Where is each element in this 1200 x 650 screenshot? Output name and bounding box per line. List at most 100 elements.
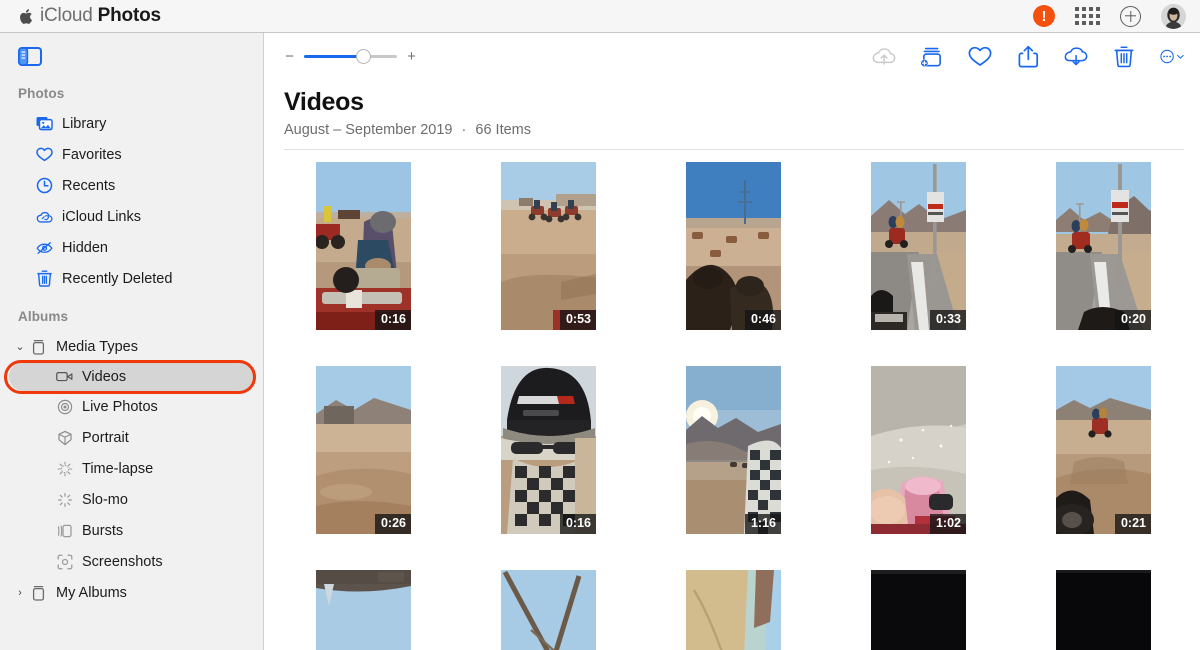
sidebar-item-my-albums[interactable]: › My Albums <box>0 577 263 608</box>
thumbnail-image <box>686 162 781 330</box>
album-stack-icon <box>30 584 47 601</box>
sidebar-toggle-row <box>0 33 263 80</box>
sidebar-item-screenshots[interactable]: Screenshots <box>0 546 263 577</box>
video-duration: 0:46 <box>744 309 781 330</box>
video-thumbnail[interactable]: 1:16 <box>686 366 781 534</box>
video-duration: 0:21 <box>1114 513 1151 534</box>
clock-icon <box>36 177 53 194</box>
thumbnail-image <box>316 570 411 650</box>
sidebar-item-portrait[interactable]: Portrait <box>0 422 263 453</box>
thumbnail-image <box>1056 162 1151 330</box>
sidebar-item-label: Recently Deleted <box>62 270 173 287</box>
sidebar: Photos Library Favorites Recents iCloud … <box>0 33 264 650</box>
top-bar-actions: ! <box>1033 3 1186 29</box>
content-area: − + Videos August – September 2019 · 66 … <box>264 33 1200 650</box>
sidebar-item-label: Bursts <box>82 522 124 539</box>
portrait-cube-icon <box>56 429 73 446</box>
video-thumbnail[interactable]: 0:16 <box>501 366 596 534</box>
delete-trash-icon[interactable] <box>1112 45 1136 69</box>
trash-icon <box>36 270 53 287</box>
sidebar-section-photos: Photos <box>18 86 65 101</box>
video-thumbnail[interactable]: 0:33 <box>871 162 966 330</box>
zoom-slider-thumb[interactable] <box>356 49 371 64</box>
sidebar-item-label: Hidden <box>62 239 108 256</box>
video-thumbnail[interactable]: 0:21 <box>1056 366 1151 534</box>
sidebar-item-hidden[interactable]: Hidden <box>0 232 263 263</box>
video-thumbnail[interactable] <box>686 570 781 650</box>
sidebar-item-label: Favorites <box>62 146 122 163</box>
heart-icon <box>36 146 53 163</box>
thumbnail-image <box>501 162 596 330</box>
more-options-icon[interactable] <box>1160 45 1184 69</box>
alert-badge[interactable]: ! <box>1033 5 1055 27</box>
zoom-slider[interactable]: − + <box>284 49 417 64</box>
add-to-album-icon[interactable] <box>920 45 944 69</box>
top-bar: iCloud Photos ! <box>0 0 1200 33</box>
photo-row <box>264 570 1200 650</box>
avatar[interactable] <box>1161 3 1186 29</box>
video-duration: 0:16 <box>374 309 411 330</box>
zoom-out-button[interactable]: − <box>284 49 295 64</box>
sidebar-item-bursts[interactable]: Bursts <box>0 515 263 546</box>
video-thumbnail[interactable] <box>871 570 966 650</box>
chevron-right-icon[interactable]: › <box>14 587 26 599</box>
download-cloud-icon[interactable] <box>1064 45 1088 69</box>
video-duration: 0:26 <box>374 513 411 534</box>
chevron-down-icon[interactable]: ⌄ <box>14 341 26 353</box>
photo-grid: 0:16 0:53 0:46 0:33 0:20 0:26 0:16 1:16 … <box>264 150 1200 650</box>
video-camera-icon <box>56 368 73 385</box>
eye-slash-icon <box>36 239 53 256</box>
video-thumbnail[interactable] <box>1056 570 1151 650</box>
share-icon[interactable] <box>1016 45 1040 69</box>
video-thumbnail[interactable]: 1:02 <box>871 366 966 534</box>
live-photo-icon <box>56 398 73 415</box>
sidebar-item-time-lapse[interactable]: Time-lapse <box>0 453 263 484</box>
sidebar-item-recents[interactable]: Recents <box>0 170 263 201</box>
thumbnail-image <box>1056 570 1151 650</box>
video-thumbnail[interactable]: 0:20 <box>1056 162 1151 330</box>
sidebar-item-recently-deleted[interactable]: Recently Deleted <box>0 263 263 294</box>
sidebar-item-library[interactable]: Library <box>0 108 263 139</box>
video-duration: 1:16 <box>744 513 781 534</box>
zoom-track-fill <box>304 55 362 58</box>
sidebar-item-slo-mo[interactable]: Slo-mo <box>0 484 263 515</box>
video-thumbnail[interactable]: 0:53 <box>501 162 596 330</box>
favorite-heart-icon[interactable] <box>968 45 992 69</box>
video-thumbnail[interactable] <box>501 570 596 650</box>
video-thumbnail[interactable]: 0:46 <box>686 162 781 330</box>
sidebar-item-label: Portrait <box>82 429 129 446</box>
slomo-icon <box>56 491 73 508</box>
bursts-icon <box>56 522 73 539</box>
sidebar-item-videos[interactable]: Videos <box>9 362 254 391</box>
zoom-slider-track[interactable] <box>304 49 397 64</box>
toolbar-actions <box>872 45 1184 69</box>
sidebar-section-albums: Albums <box>18 309 69 324</box>
cloud-link-icon <box>36 208 53 225</box>
sidebar-item-label: iCloud Links <box>62 208 141 225</box>
apps-grid-icon[interactable] <box>1075 7 1100 25</box>
sidebar-item-favorites[interactable]: Favorites <box>0 139 263 170</box>
album-subtitle: August – September 2019 · 66 Items <box>284 122 1200 138</box>
zoom-in-button[interactable]: + <box>406 49 417 64</box>
video-thumbnail[interactable]: 0:16 <box>316 162 411 330</box>
timelapse-icon <box>56 460 73 477</box>
thumbnail-image <box>316 366 411 534</box>
brand-logo[interactable]: iCloud Photos <box>18 5 161 27</box>
album-date-range: August – September 2019 <box>284 122 453 138</box>
plus-circle-icon[interactable] <box>1120 5 1141 27</box>
thumbnail-image <box>871 366 966 534</box>
sidebar-toggle-icon[interactable] <box>18 47 42 66</box>
video-duration: 0:53 <box>559 309 596 330</box>
video-thumbnail[interactable]: 0:26 <box>316 366 411 534</box>
thumbnail-image <box>316 162 411 330</box>
video-duration: 1:02 <box>929 513 966 534</box>
thumbnail-image <box>686 570 781 650</box>
upload-to-cloud-icon <box>872 45 896 69</box>
chevron-down-icon[interactable] <box>1177 53 1184 61</box>
sidebar-item-live-photos[interactable]: Live Photos <box>0 391 263 422</box>
sidebar-item-label: My Albums <box>56 584 127 601</box>
video-thumbnail[interactable] <box>316 570 411 650</box>
sidebar-item-icloud-links[interactable]: iCloud Links <box>0 201 263 232</box>
sidebar-item-label: Screenshots <box>82 553 163 570</box>
sidebar-item-media-types[interactable]: ⌄ Media Types <box>0 331 263 362</box>
